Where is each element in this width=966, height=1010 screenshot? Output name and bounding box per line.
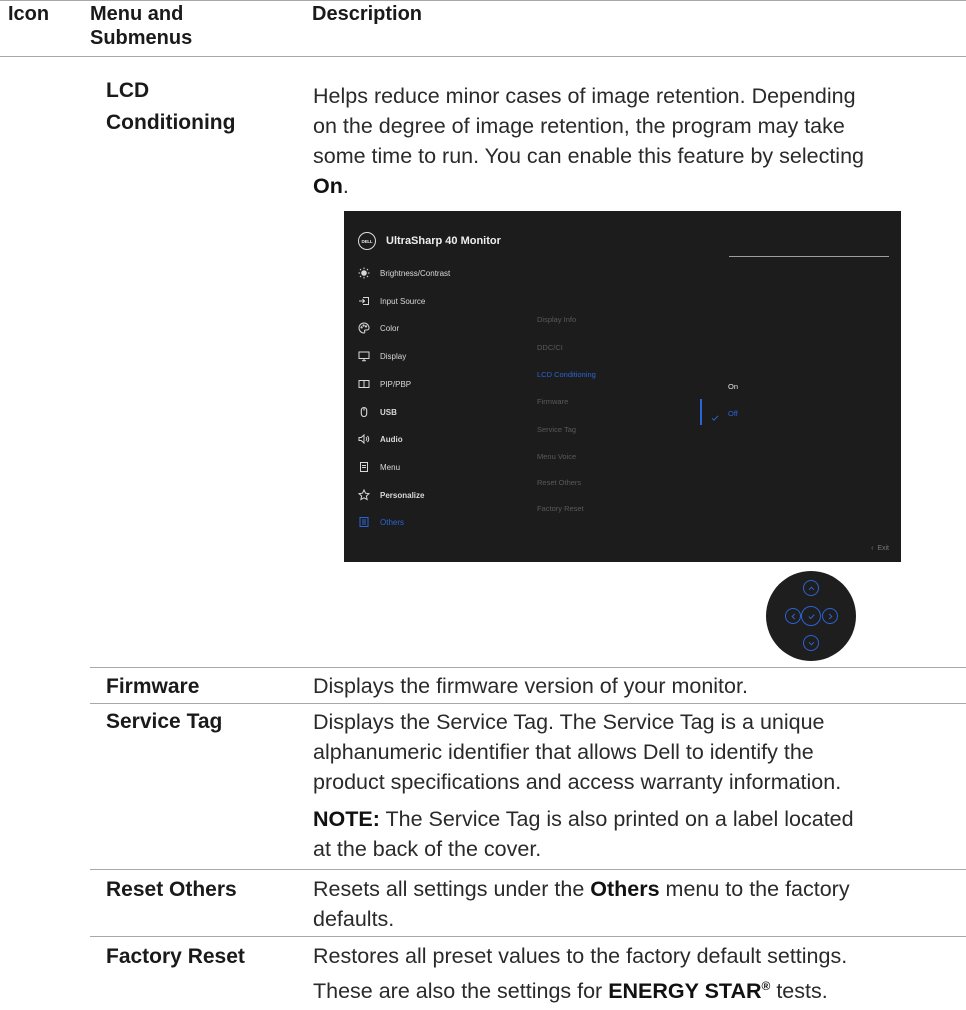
check-icon[interactable]	[801, 606, 821, 626]
energy-star-bold: ENERGY STAR®	[608, 979, 771, 1004]
service-tag-desc-line: product specifications and access warran…	[313, 770, 842, 794]
osd-menu-audio[interactable]: Audio	[358, 433, 403, 445]
osd-menu-personalize[interactable]: Personalize	[358, 489, 424, 501]
osd-option-on[interactable]: On	[728, 382, 738, 391]
osd-title-bar: DELL UltraSharp 40 Monitor	[358, 232, 501, 250]
dell-logo: DELL	[358, 232, 376, 250]
osd-submenu-service-tag[interactable]: Service Tag	[537, 425, 576, 434]
others-icon	[358, 516, 370, 528]
osd-option-off[interactable]: Off	[728, 409, 738, 418]
table-top-border	[0, 0, 966, 1]
osd-exit[interactable]: ‹ Exit	[871, 545, 889, 552]
osd-menu-others[interactable]: Others	[358, 516, 404, 528]
osd-menu-usb[interactable]: USB	[358, 406, 397, 418]
header-icon: Icon	[8, 3, 50, 25]
display-icon	[358, 350, 370, 362]
note-text-1: The Service Tag is also printed on a lab…	[379, 807, 854, 831]
others-bold: Others	[590, 877, 660, 901]
osd-selection-bar	[700, 399, 702, 425]
osd-submenu-lcd-conditioning[interactable]: LCD Conditioning	[537, 370, 596, 379]
osd-menu-brightness[interactable]: Brightness/Contrast	[358, 267, 450, 279]
service-tag-desc-line: alphanumeric identifier that allows Dell…	[313, 740, 814, 764]
checkmark-icon	[711, 409, 719, 421]
lcd-conditioning-name-2: Conditioning	[106, 111, 236, 134]
osd-menu-menu[interactable]: Menu	[358, 461, 400, 473]
row-divider	[90, 869, 966, 870]
left-arrow-icon[interactable]	[785, 608, 801, 624]
osd-menu-color[interactable]: Color	[358, 322, 399, 334]
right-arrow-icon[interactable]	[822, 608, 838, 624]
speaker-icon	[358, 433, 370, 445]
color-palette-icon	[358, 322, 370, 334]
chevron-left-icon: ‹	[871, 545, 874, 552]
down-arrow-icon[interactable]	[803, 635, 819, 651]
osd-submenu-firmware[interactable]: Firmware	[537, 397, 568, 406]
lcd-desc-line: some time to run. You can enable this fe…	[313, 144, 864, 168]
note-label: NOTE:	[313, 807, 380, 831]
star-icon	[358, 489, 370, 501]
reset-others-name: Reset Others	[106, 878, 237, 901]
row-divider	[90, 703, 966, 704]
osd-submenu-display-info[interactable]: Display Info	[537, 315, 576, 324]
factory-reset-description: Restores all preset values to the factor…	[313, 944, 848, 1004]
osd-title: UltraSharp 40 Monitor	[386, 235, 501, 247]
factory-reset-name: Factory Reset	[106, 945, 245, 968]
pip-pbp-icon	[358, 378, 370, 390]
brightness-icon	[358, 267, 370, 279]
joystick-controller	[766, 571, 856, 661]
lcd-conditioning-description: Helps reduce minor cases of image retent…	[313, 81, 953, 201]
lcd-desc-line: on the degree of image retention, the pr…	[313, 114, 845, 138]
row-divider	[90, 936, 966, 937]
service-tag-note: NOTE: The Service Tag is also printed on…	[313, 804, 953, 864]
firmware-description: Displays the firmware version of your mo…	[313, 674, 748, 698]
input-source-icon	[358, 295, 370, 307]
osd-submenu-ddc-ci[interactable]: DDC/CI	[537, 343, 563, 352]
lcd-conditioning-name-1: LCD	[106, 79, 150, 102]
osd-menu-pip-pbp[interactable]: PIP/PBP	[358, 378, 411, 390]
service-tag-description: Displays the Service Tag. The Service Ta…	[313, 707, 953, 797]
header-menu-line2: Submenus	[90, 27, 193, 49]
lcd-desc-on: On	[313, 174, 343, 198]
osd-divider	[729, 256, 889, 257]
row-divider	[90, 667, 966, 668]
osd-submenu-factory-reset[interactable]: Factory Reset	[537, 504, 584, 513]
note-text-2: at the back of the cover.	[313, 837, 542, 861]
header-menu-line1: Menu and	[90, 3, 184, 25]
service-tag-desc-line: Displays the Service Tag. The Service Ta…	[313, 710, 825, 734]
header-description: Description	[312, 3, 423, 25]
osd-menu-display[interactable]: Display	[358, 350, 406, 362]
reset-others-description: Resets all settings under the Others men…	[313, 877, 850, 931]
usb-mouse-icon	[358, 406, 370, 418]
osd-submenu-menu-voice[interactable]: Menu Voice	[537, 452, 576, 461]
osd-menu-screenshot: DELL UltraSharp 40 Monitor Brightness/Co…	[344, 211, 901, 562]
lcd-desc-end: .	[342, 174, 349, 198]
lcd-desc-line: Helps reduce minor cases of image retent…	[313, 84, 856, 108]
menu-icon	[358, 461, 370, 473]
osd-submenu-reset-others[interactable]: Reset Others	[537, 478, 581, 487]
header-bottom-border	[0, 56, 966, 57]
osd-menu-input-source[interactable]: Input Source	[358, 295, 425, 307]
service-tag-name: Service Tag	[106, 710, 223, 733]
up-arrow-icon[interactable]	[803, 580, 819, 596]
firmware-name: Firmware	[106, 675, 200, 698]
